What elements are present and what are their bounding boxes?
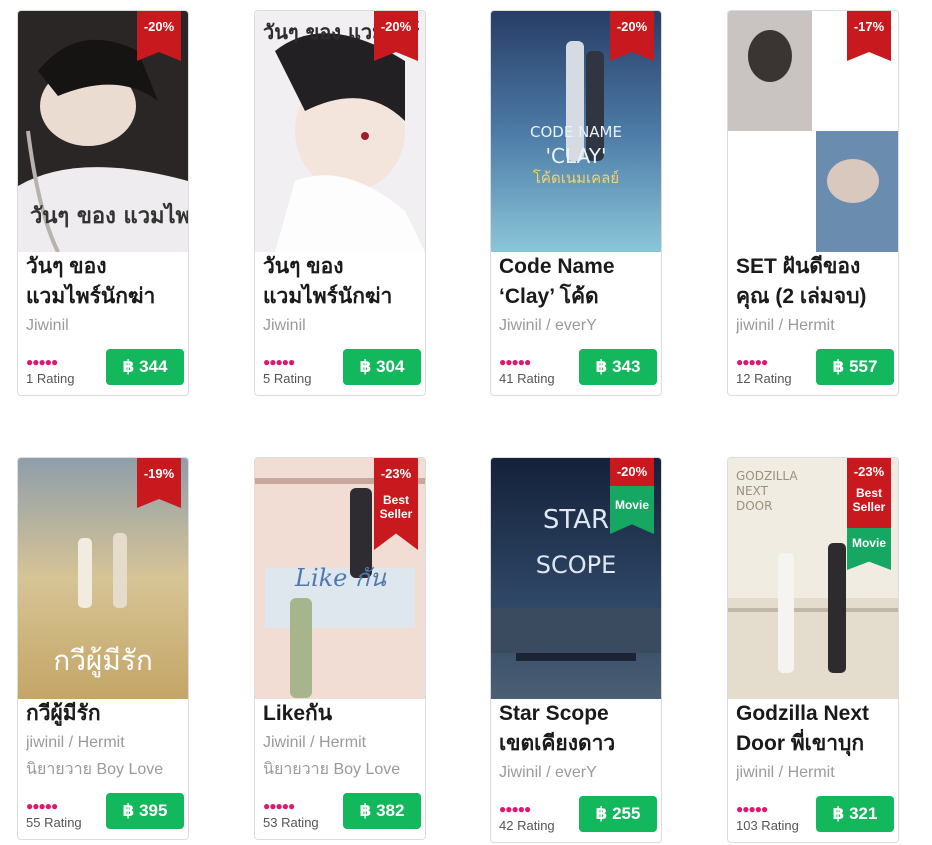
book-card[interactable]: วันๆ ของ แวมไพร์ -20% วันๆ ของ แวมไพร์นั… (17, 10, 189, 396)
book-title[interactable]: Star Scope (499, 699, 661, 729)
book-title[interactable]: กวีผู้มีรัก (26, 699, 188, 729)
cover-title-text: SCOPE (536, 551, 617, 579)
price-button[interactable]: ฿ 321 (816, 796, 894, 832)
rating-count: 41 Rating (499, 371, 555, 386)
book-title[interactable]: เขตเคียงดาว (499, 729, 661, 759)
price-button[interactable]: ฿ 557 (816, 349, 894, 385)
best-seller-label: Best Seller (852, 485, 886, 514)
best-seller-label: Best Seller (379, 492, 413, 521)
cover-title-text: 'CLAY' (546, 144, 607, 168)
book-cover[interactable]: วันๆ ของ แวมไพร์ -20% (18, 11, 188, 252)
book-card[interactable]: STAR SCOPE -20% Movie Star Scope เขตเคีย… (490, 457, 662, 843)
rating-stars: ●●●●● (263, 355, 295, 369)
discount-badge: -23% Best Seller (847, 458, 891, 528)
cover-title-text: NEXT (736, 484, 769, 498)
price-button[interactable]: ฿ 304 (343, 349, 421, 385)
book-title[interactable]: แวมไพร์นักฆ่า (26, 282, 188, 312)
book-card[interactable]: วันๆ ของ แวมไพร์ -20% วันๆ ของ แวมไพร์นั… (254, 10, 426, 396)
book-title[interactable]: Godzilla Next (736, 699, 898, 729)
rating-stars: ●●●●● (26, 355, 58, 369)
rating-stars: ●●●●● (736, 802, 768, 816)
book-category[interactable]: นิยายวาย Boy Love (263, 756, 425, 783)
rating-count: 12 Rating (736, 371, 792, 386)
book-cover[interactable]: วันๆ ของ แวมไพร์ -20% (255, 11, 425, 252)
book-author[interactable]: jiwinil / Hermit (736, 312, 898, 339)
book-title[interactable]: วันๆ ของ (26, 252, 188, 282)
book-card[interactable]: กวีผู้มีรัก -19% กวีผู้มีรัก jiwinil / H… (17, 457, 189, 840)
book-card[interactable]: GODZILLA NEXT DOOR -23% Best Seller Movi… (727, 457, 899, 843)
cover-title-text: STAR (543, 505, 609, 535)
book-cover[interactable]: -17% (728, 11, 898, 252)
rating-count: 103 Rating (736, 818, 799, 833)
rating-count: 42 Rating (499, 818, 555, 833)
price-button[interactable]: ฿ 255 (579, 796, 657, 832)
rating-count: 5 Rating (263, 371, 312, 386)
book-cover[interactable]: CODE NAME 'CLAY' โค้ดเนมเคลย์ -20% (491, 11, 661, 252)
price-button[interactable]: ฿ 344 (106, 349, 184, 385)
book-title[interactable]: ‘Clay’ โค้ด (499, 282, 661, 312)
rating-count: 53 Rating (263, 815, 319, 830)
rating-stars: ●●●●● (736, 355, 768, 369)
price-button[interactable]: ฿ 395 (106, 793, 184, 829)
cover-title-text: โค้ดเนมเคลย์ (533, 169, 619, 187)
book-cover[interactable]: GODZILLA NEXT DOOR -23% Best Seller Movi… (728, 458, 898, 699)
price-button[interactable]: ฿ 382 (343, 793, 421, 829)
book-title[interactable]: Code Name (499, 252, 661, 282)
discount-badge: -20% (610, 458, 654, 486)
rating-count: 1 Rating (26, 371, 75, 386)
rating-stars: ●●●●● (499, 802, 531, 816)
discount-percent: -23% (380, 466, 412, 481)
book-card[interactable]: -17% SET ฝันดีของ คุณ (2 เล่มจบ) jiwinil… (727, 10, 899, 396)
book-title[interactable]: คุณ (2 เล่มจบ) (736, 282, 898, 312)
book-title[interactable]: Door พี่เขาบุก (736, 729, 898, 759)
book-cover[interactable]: Like กัน -23% Best Seller (255, 458, 425, 699)
cover-title-text: DOOR (736, 499, 772, 513)
book-cover[interactable]: STAR SCOPE -20% Movie (491, 458, 661, 699)
rating-count: 55 Rating (26, 815, 82, 830)
price-button[interactable]: ฿ 343 (579, 349, 657, 385)
book-card[interactable]: Like กัน -23% Best Seller Likeกัน Jiwini… (254, 457, 426, 840)
discount-percent: -23% (853, 464, 885, 479)
rating-stars: ●●●●● (263, 799, 295, 813)
book-title[interactable]: SET ฝันดีของ (736, 252, 898, 282)
book-author[interactable]: Jiwinil (26, 312, 188, 339)
book-author[interactable]: jiwinil / Hermit (26, 729, 188, 756)
rating-stars: ●●●●● (499, 355, 531, 369)
book-category[interactable]: นิยายวาย Boy Love (26, 756, 188, 783)
book-title[interactable]: วันๆ ของ (263, 252, 425, 282)
book-author[interactable]: jiwinil / Hermit (736, 759, 898, 786)
book-author[interactable]: Jiwinil / Hermit (263, 729, 425, 756)
book-author[interactable]: Jiwinil / everY (499, 759, 661, 786)
book-title[interactable]: Likeกัน (263, 699, 425, 729)
cover-title-text: Like กัน (294, 564, 387, 592)
book-cover[interactable]: กวีผู้มีรัก -19% (18, 458, 188, 699)
book-card[interactable]: CODE NAME 'CLAY' โค้ดเนมเคลย์ -20% Code … (490, 10, 662, 396)
rating-stars: ●●●●● (26, 799, 58, 813)
cover-title-text: วันๆ ของ แวมไพร์ (30, 202, 188, 229)
book-author[interactable]: Jiwinil (263, 312, 425, 339)
cover-title-text: GODZILLA (736, 469, 798, 483)
cover-title-text: CODE NAME (530, 123, 622, 141)
book-title[interactable]: แวมไพร์นักฆ่า (263, 282, 425, 312)
cover-title-text: กวีผู้มีรัก (53, 644, 153, 678)
book-author[interactable]: Jiwinil / everY (499, 312, 661, 339)
